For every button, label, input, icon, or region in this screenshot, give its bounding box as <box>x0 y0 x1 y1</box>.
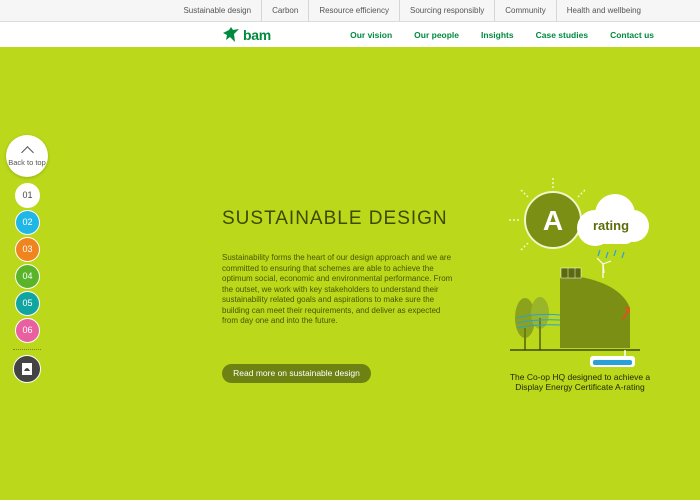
nav-case-studies[interactable]: Case studies <box>536 22 588 47</box>
section-dot-02[interactable]: 02 <box>15 210 40 235</box>
tree-icon <box>515 297 549 350</box>
nav-our-people[interactable]: Our people <box>414 22 459 47</box>
read-more-button[interactable]: Read more on sustainable design <box>222 364 371 383</box>
section-dot-03[interactable]: 03 <box>15 237 40 262</box>
back-to-top-button[interactable]: Back to top <box>6 135 48 177</box>
energy-rating-illustration: A rating <box>509 178 649 367</box>
rating-letter: A <box>543 205 563 236</box>
building-icon <box>560 274 630 348</box>
rating-word: rating <box>593 218 629 233</box>
section-dot-05[interactable]: 05 <box>15 291 40 316</box>
wind-turbine-icon <box>596 257 612 278</box>
water-tank-icon <box>590 350 635 367</box>
bam-bird-icon <box>223 27 239 42</box>
utility-bar: Sustainable design Carbon Resource effic… <box>0 0 700 22</box>
section-title: SUSTAINABLE DESIGN <box>222 208 448 229</box>
topic-nav: Sustainable design Carbon Resource effic… <box>173 0 651 21</box>
section-dot-06[interactable]: 06 <box>15 318 40 343</box>
section-dot-01[interactable]: 01 <box>15 183 40 208</box>
nav-insights[interactable]: Insights <box>481 22 514 47</box>
topic-link-carbon[interactable]: Carbon <box>261 0 308 21</box>
rain-icon <box>597 249 625 259</box>
nav-our-vision[interactable]: Our vision <box>350 22 392 47</box>
section-body: Sustainability forms the heart of our de… <box>222 253 453 325</box>
topic-link-community[interactable]: Community <box>494 0 555 21</box>
bam-logo[interactable]: bam <box>222 26 271 44</box>
topic-link-health-and-wellbeing[interactable]: Health and wellbeing <box>555 0 651 21</box>
divider <box>13 349 41 350</box>
pdf-download-icon <box>22 363 32 375</box>
illustration-caption: The Co-op HQ designed to achieve a Displ… <box>509 372 651 392</box>
section-nav: Back to top 01 02 03 04 05 06 <box>6 135 50 383</box>
solar-panel-icon <box>560 267 582 279</box>
topic-link-sustainable-design[interactable]: Sustainable design <box>173 0 261 21</box>
logo-text: bam <box>243 27 271 43</box>
pdf-download-button[interactable] <box>13 355 41 383</box>
topic-link-resource-efficiency[interactable]: Resource efficiency <box>308 0 399 21</box>
section-dots: 01 02 03 04 05 06 <box>6 183 50 343</box>
section-dot-04[interactable]: 04 <box>15 264 40 289</box>
topic-link-sourcing-responsibly[interactable]: Sourcing responsibly <box>399 0 494 21</box>
site-header: bam Our vision Our people Insights Case … <box>0 22 700 47</box>
main-nav: Our vision Our people Insights Case stud… <box>328 22 654 47</box>
nav-contact-us[interactable]: Contact us <box>610 22 654 47</box>
chevron-up-icon <box>20 146 34 159</box>
